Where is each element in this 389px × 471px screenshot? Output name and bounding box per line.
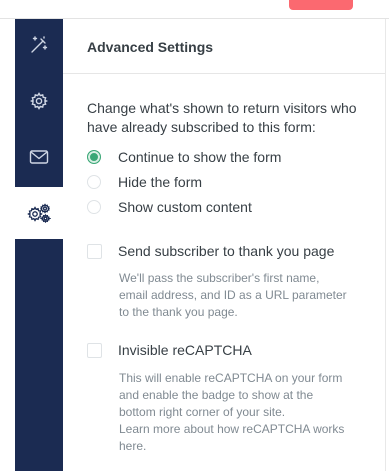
checkbox-label: Send subscriber to thank you page — [118, 243, 335, 259]
help-line: and enable the badge to show at the — [119, 388, 314, 402]
sidebar-item-advanced[interactable] — [15, 187, 63, 239]
panel-header: Advanced Settings — [63, 19, 385, 74]
thank-you-help-text: We'll pass the subscriber's first name, … — [119, 270, 369, 321]
radio-label: Continue to show the form — [118, 149, 282, 165]
recaptcha-checkbox[interactable] — [87, 342, 102, 358]
help-line: Learn more about how reCAPTCHA works — [119, 422, 345, 436]
return-visitors-description: Change what's shown to return visitors w… — [87, 100, 357, 135]
sidebar-item-style[interactable] — [15, 19, 63, 71]
help-line: We'll pass the subscriber's first name, — [119, 271, 320, 285]
recaptcha-help-text: This will enable reCAPTCHA on your form … — [119, 370, 369, 455]
gears-icon — [27, 203, 51, 223]
settings-sidebar — [15, 19, 63, 471]
recaptcha-option[interactable]: Invisible reCAPTCHA — [87, 340, 252, 360]
magic-wand-icon — [31, 36, 48, 53]
radio-show-custom-content[interactable]: Show custom content — [87, 197, 252, 217]
advanced-settings-panel: Advanced Settings Change what's shown to… — [63, 19, 386, 471]
radio-hide-form[interactable]: Hide the form — [87, 172, 202, 192]
sidebar-item-settings[interactable] — [15, 75, 63, 127]
gear-icon — [29, 92, 49, 110]
help-line: This will enable reCAPTCHA on your form — [119, 371, 343, 385]
help-line: email address, and ID as a URL parameter — [119, 288, 347, 302]
help-line: bottom right corner of your site. — [119, 405, 286, 419]
help-line: here. — [119, 439, 147, 453]
sidebar-item-email[interactable] — [15, 131, 63, 183]
radio-label: Show custom content — [118, 199, 252, 215]
envelope-icon — [29, 150, 49, 164]
top-bar — [0, 0, 389, 19]
radio-button[interactable] — [87, 175, 101, 189]
thank-you-page-checkbox[interactable] — [87, 243, 102, 259]
radio-button-selected[interactable] — [87, 150, 101, 164]
radio-button[interactable] — [87, 200, 101, 214]
thank-you-page-option[interactable]: Send subscriber to thank you page — [87, 241, 334, 261]
panel-title: Advanced Settings — [87, 39, 214, 55]
top-action-button[interactable] — [289, 0, 353, 10]
help-line: to the thank you page. — [119, 305, 238, 319]
radio-label: Hide the form — [118, 174, 203, 190]
checkbox-label: Invisible reCAPTCHA — [118, 342, 252, 358]
radio-continue-show-form[interactable]: Continue to show the form — [87, 147, 281, 167]
